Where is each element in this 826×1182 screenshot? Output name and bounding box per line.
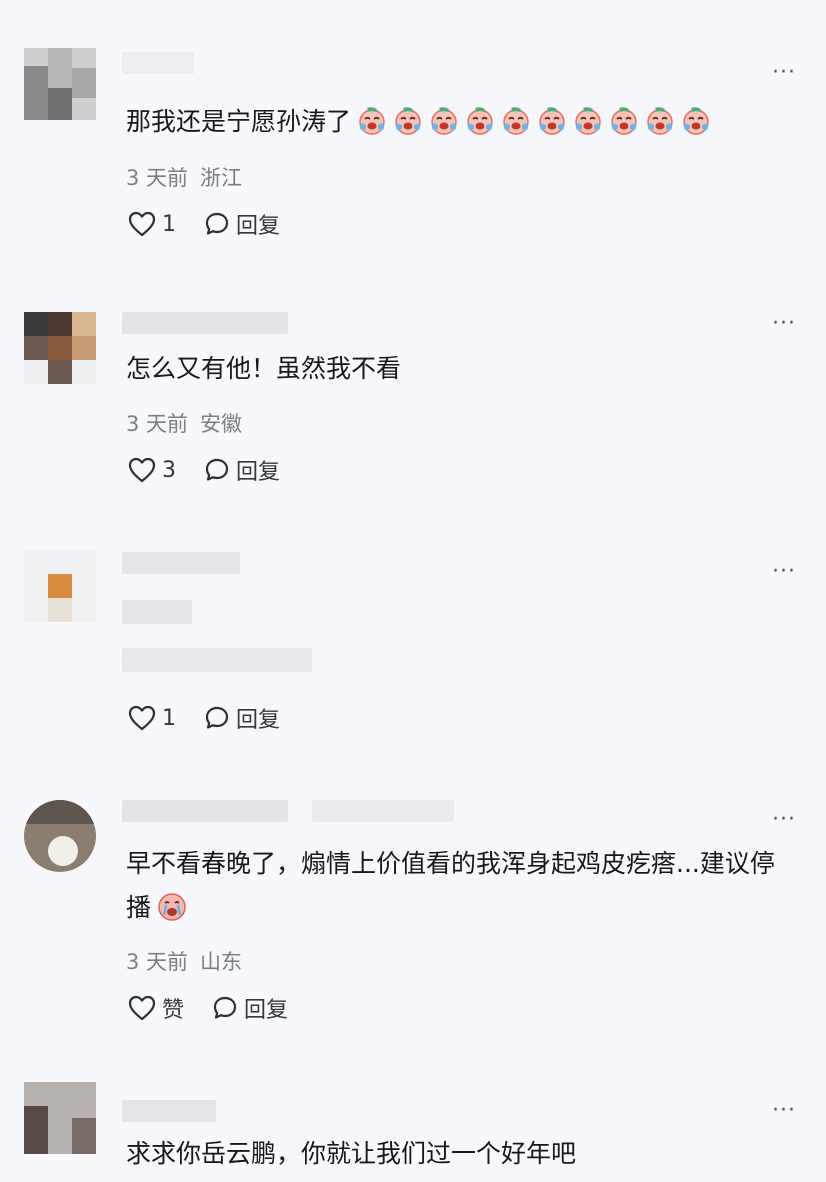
crying-laughing-face-icon xyxy=(681,105,711,135)
more-options-icon[interactable]: ··· xyxy=(772,1100,796,1122)
crying-laughing-face-icon xyxy=(645,105,675,135)
like-button[interactable]: 赞 xyxy=(128,992,184,1024)
crying-laughing-face-icon xyxy=(609,105,639,135)
reply-label: 回复 xyxy=(244,998,289,1023)
username[interactable] xyxy=(122,1100,216,1122)
like-label: 赞 xyxy=(162,998,185,1023)
crying-laughing-face-icon xyxy=(501,105,531,135)
crying-laughing-face-icon xyxy=(429,105,459,135)
reply-bubble-icon xyxy=(213,996,237,1019)
heart-icon xyxy=(128,457,156,483)
avatar[interactable] xyxy=(24,800,96,872)
comment-location: 浙江 xyxy=(200,166,243,190)
comment-text: 怎么又有他！虽然我不看 xyxy=(126,354,402,383)
comment-text: 早不看春晚了，煽情上价值看的我浑身起鸡皮疙瘩...建议停播 xyxy=(126,849,775,922)
heart-icon xyxy=(128,995,156,1021)
username[interactable] xyxy=(122,312,288,334)
reply-label: 回复 xyxy=(236,460,281,485)
more-options-icon[interactable]: ··· xyxy=(772,809,796,831)
comment-actions: 1 回复 xyxy=(128,700,280,736)
like-button[interactable]: 3 xyxy=(128,457,176,483)
crying-laughing-face-icon xyxy=(357,105,387,135)
username[interactable] xyxy=(122,800,288,822)
crying-laughing-face-icon xyxy=(393,105,423,135)
reply-label: 回复 xyxy=(236,708,281,733)
comment-actions: 3 回复 xyxy=(128,452,280,488)
crying-face-icon xyxy=(157,891,187,921)
comment-meta xyxy=(122,648,312,672)
like-button[interactable]: 1 xyxy=(128,705,176,731)
comment-actions: 赞 回复 xyxy=(128,990,288,1026)
more-options-icon[interactable]: ··· xyxy=(772,561,796,583)
comment-time: 3 天前 xyxy=(126,412,189,436)
more-options-icon[interactable]: ··· xyxy=(772,62,796,84)
comment-meta: 3 天前 浙江 xyxy=(126,162,242,192)
username[interactable] xyxy=(122,552,240,574)
reply-bubble-icon xyxy=(205,458,229,481)
more-options-icon[interactable]: ··· xyxy=(772,313,796,335)
reply-button[interactable]: 回复 xyxy=(204,208,280,240)
avatar[interactable] xyxy=(24,1082,96,1154)
like-count: 3 xyxy=(162,457,176,483)
comment-meta: 3 天前 安徽 xyxy=(126,408,242,438)
comment-time: 3 天前 xyxy=(126,166,189,190)
emoji-row xyxy=(351,107,711,136)
like-count: 1 xyxy=(162,705,176,731)
comment-text: 求求你岳云鹏，你就让我们过一个好年吧 xyxy=(126,1139,577,1168)
comment-meta: 3 天前 山东 xyxy=(126,946,242,976)
avatar[interactable] xyxy=(24,312,96,384)
comment-text: 那我还是宁愿孙涛了 xyxy=(126,100,790,144)
comment-location: 安徽 xyxy=(200,412,243,436)
crying-laughing-face-icon xyxy=(537,105,567,135)
reply-button[interactable]: 回复 xyxy=(212,992,288,1024)
comment-location: 山东 xyxy=(200,950,243,974)
crying-laughing-face-icon xyxy=(573,105,603,135)
comment-actions: 1 回复 xyxy=(128,206,280,242)
avatar[interactable] xyxy=(24,550,96,622)
comment-text xyxy=(122,600,192,624)
avatar[interactable] xyxy=(24,48,96,120)
reply-bubble-icon xyxy=(205,706,229,729)
heart-icon xyxy=(128,211,156,237)
heart-icon xyxy=(128,705,156,731)
like-button[interactable]: 1 xyxy=(128,211,176,237)
reply-button[interactable]: 回复 xyxy=(204,702,280,734)
reply-label: 回复 xyxy=(236,214,281,239)
username[interactable] xyxy=(122,52,194,74)
comment-time: 3 天前 xyxy=(126,950,189,974)
like-count: 1 xyxy=(162,211,176,237)
crying-laughing-face-icon xyxy=(465,105,495,135)
user-badge xyxy=(312,800,454,822)
reply-button[interactable]: 回复 xyxy=(204,454,280,486)
reply-bubble-icon xyxy=(205,212,229,235)
